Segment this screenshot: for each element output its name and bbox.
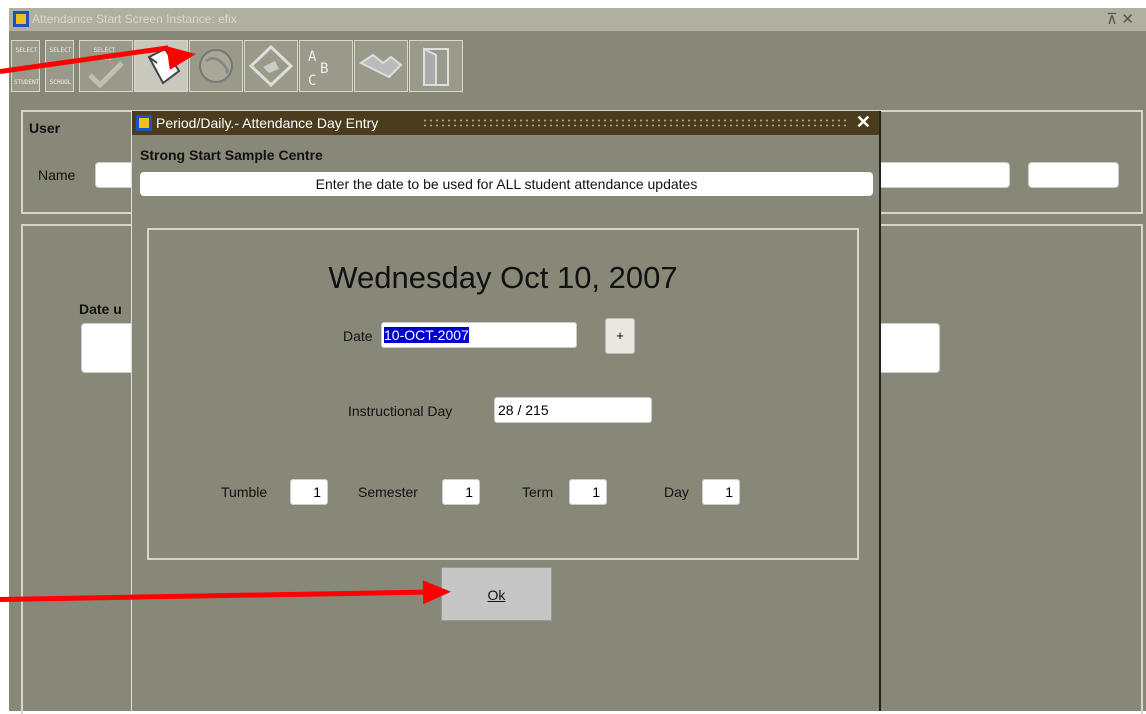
hand-button[interactable] (244, 40, 298, 92)
display-date: Wednesday Oct 10, 2007 (328, 260, 678, 295)
svg-text:A: A (308, 49, 317, 65)
checkmark-icon (88, 61, 124, 89)
dialog-title: Period/Daily.- Attendance Day Entry (156, 115, 379, 131)
semester-value: 1 (465, 484, 473, 500)
dialog-app-icon (136, 115, 152, 131)
date-input[interactable]: 10-OCT-2007 (381, 322, 577, 348)
instructional-day-value: 28 / 215 (498, 402, 549, 418)
semester-field[interactable]: 1 (442, 479, 480, 505)
name-label: Name (38, 167, 76, 183)
abc-sped-button[interactable]: A B C (299, 40, 353, 92)
abc-icon: A B C (308, 49, 328, 89)
tumble-field[interactable]: 1 (290, 479, 328, 505)
main-window-title: Attendance Start Screen Instance: efix (32, 12, 237, 26)
tumble-label: Tumble (221, 484, 268, 500)
ok-button[interactable]: Ok (441, 567, 552, 621)
window-controls[interactable]: ⊼✕ (1106, 10, 1138, 28)
attendance-day-entry-dialog: Period/Daily.- Attendance Day Entry ✕ St… (131, 111, 881, 711)
select-student-label-bottom: STUDENT (14, 79, 40, 86)
globe-icon (199, 49, 233, 83)
select-school-label-top: SELECT (49, 47, 72, 54)
svg-text:C: C (308, 73, 316, 89)
hand-diamond-icon (248, 44, 294, 88)
dialog-title-bar: Period/Daily.- Attendance Day Entry ✕ (132, 111, 879, 135)
close-icon[interactable]: ✕ (856, 112, 871, 133)
door-exit-icon (423, 47, 449, 86)
term-label: Term (522, 484, 554, 500)
name-field-3[interactable] (1028, 162, 1119, 188)
day-field[interactable]: 1 (702, 479, 740, 505)
term-field[interactable]: 1 (569, 479, 607, 505)
instructional-day-label: Instructional Day (348, 403, 453, 419)
user-header: User (29, 120, 61, 136)
date-used-field-right[interactable] (878, 323, 940, 373)
name-field-2[interactable] (878, 162, 1010, 188)
handshake-icon (359, 53, 403, 79)
select-student-label-top: SELECT (15, 47, 38, 54)
date-used-label: Date u (79, 301, 122, 317)
select-date-button[interactable]: SELECT DATE (79, 40, 133, 92)
date-label: Date (343, 328, 373, 344)
handshake-button[interactable] (354, 40, 408, 92)
main-title-bar: Attendance Start Screen Instance: efix ⊼… (9, 8, 1146, 31)
day-value: 1 (725, 484, 733, 500)
organization-name: Strong Start Sample Centre (140, 147, 323, 163)
instructional-day-field[interactable]: 28 / 215 (494, 397, 652, 423)
svg-text:B: B (320, 61, 328, 77)
date-input-value: 10-OCT-2007 (384, 327, 469, 343)
semester-label: Semester (358, 484, 418, 500)
tumble-value: 1 (313, 484, 321, 500)
select-school-label-bottom: SCHOOL (49, 79, 72, 86)
instructions-banner: Enter the date to be used for ALL studen… (140, 172, 873, 196)
app-icon (13, 11, 29, 27)
exit-button[interactable] (409, 40, 463, 92)
title-bar-pattern (422, 118, 847, 128)
ok-button-label: Ok (487, 587, 506, 603)
toolbar: SELECT STUDENT SELECT SCHOOL SELECT DATE (9, 40, 609, 94)
name-field[interactable] (95, 162, 135, 188)
calendar-button[interactable]: + (605, 318, 635, 354)
date-entry-panel: Wednesday Oct 10, 2007 Date 10-OCT-2007 … (147, 228, 859, 560)
term-value: 1 (592, 484, 600, 500)
day-label: Day (664, 484, 689, 500)
globe-button[interactable] (189, 40, 243, 92)
annotation-arrowhead-toolbar (166, 42, 198, 70)
annotation-arrowhead-ok (422, 579, 452, 605)
